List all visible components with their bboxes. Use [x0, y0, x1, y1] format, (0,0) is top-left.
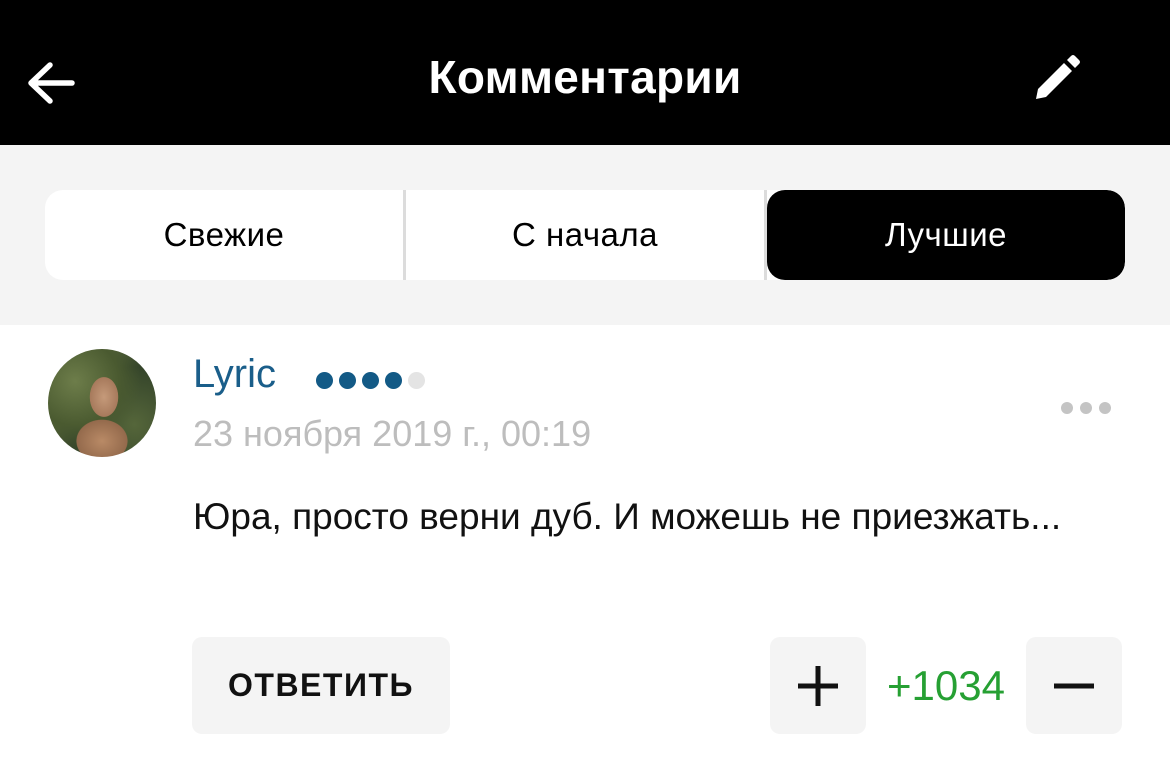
more-horizontal-icon[interactable]	[1054, 392, 1118, 424]
more-dot	[1061, 402, 1073, 414]
page-title: Комментарии	[428, 51, 742, 103]
rank-dot-filled	[339, 372, 356, 389]
upvote-button[interactable]	[770, 637, 866, 734]
rank-dot-filled	[385, 372, 402, 389]
comment-score: +1034	[887, 661, 1005, 709]
top-bar: Комментарии	[0, 0, 1170, 145]
pencil-icon	[1036, 55, 1080, 99]
downvote-button[interactable]	[1026, 637, 1122, 734]
comment-timestamp: 23 ноября 2019 г., 00:19	[193, 413, 592, 454]
comment-author[interactable]: Lyric	[193, 352, 276, 397]
write-comment-button[interactable]	[1025, 48, 1087, 110]
tab-from-start[interactable]: С начала	[406, 190, 767, 280]
avatar[interactable]	[48, 349, 156, 457]
tab-best[interactable]: Лучшие	[767, 190, 1125, 280]
more-dot	[1080, 402, 1092, 414]
rank-dot-filled	[362, 372, 379, 389]
comment-body: Юра, просто верни дуб. И можешь не приез…	[193, 496, 1062, 537]
minus-icon	[1054, 683, 1094, 688]
tab-fresh[interactable]: Свежие	[45, 190, 406, 280]
rank-dot-empty	[408, 372, 425, 389]
reply-button[interactable]: ОТВЕТИТЬ	[192, 637, 450, 734]
plus-icon	[798, 665, 838, 706]
author-rank-dots	[316, 372, 425, 389]
rank-dot-filled	[316, 372, 333, 389]
more-dot	[1099, 402, 1111, 414]
sort-segmented-control: Свежие С начала Лучшие	[45, 190, 1125, 280]
sort-tabs-area: Свежие С начала Лучшие	[0, 145, 1170, 325]
